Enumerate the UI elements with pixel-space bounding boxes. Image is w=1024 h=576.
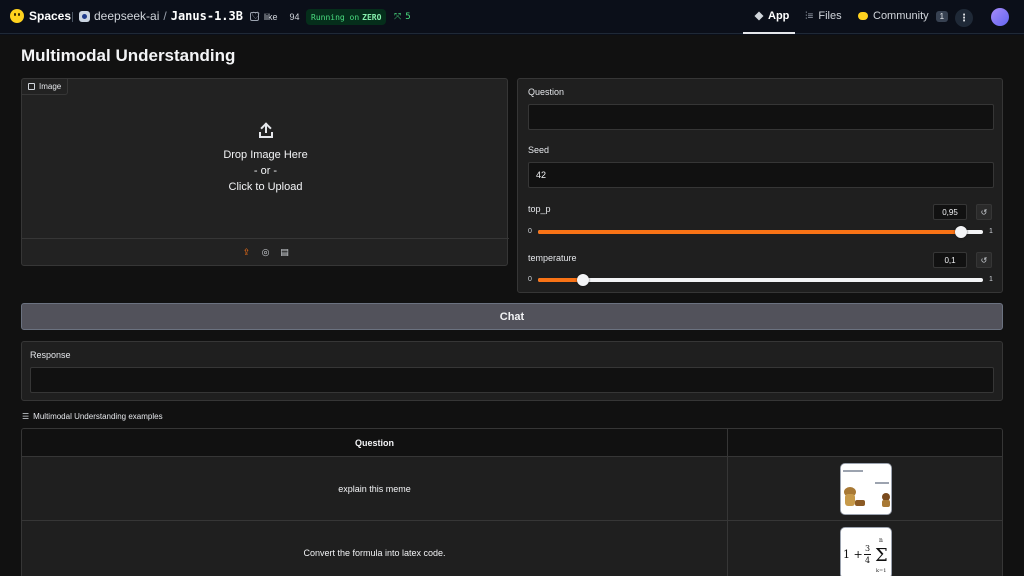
drop-zone[interactable]: Drop Image Here - or - Click to Upload xyxy=(22,122,509,195)
running-status-badge[interactable]: Running on ZERO xyxy=(306,9,387,25)
top-p-number-input[interactable]: 0,95 xyxy=(933,204,967,220)
like-button[interactable]: ♡ like 94 xyxy=(251,11,300,22)
formula-thumbnail: 1 + 3 4 Σ n k=1 xyxy=(840,527,892,576)
temperature-slider-thumb[interactable] xyxy=(576,274,589,286)
image-label-tag: Image xyxy=(22,79,69,95)
svg-text:3: 3 xyxy=(865,544,870,553)
svg-text:n: n xyxy=(879,537,883,544)
drop-text-line3: Click to Upload xyxy=(228,181,303,193)
example-question: Convert the formula into latex code. xyxy=(303,548,446,558)
webcam-source-icon[interactable]: ◎ xyxy=(261,248,270,257)
image-tag-label: Image xyxy=(39,82,62,91)
repo-link[interactable]: Janus-1.3B xyxy=(171,9,243,23)
seed-label: Seed xyxy=(528,145,550,155)
org-link[interactable]: deepseek-ai xyxy=(94,9,159,23)
like-label: like xyxy=(263,11,278,22)
tab-community-label: Community xyxy=(873,10,929,22)
running-prefix: Running on xyxy=(311,12,360,22)
table-row[interactable]: explain this meme xyxy=(22,457,1002,521)
page-title: Multimodal Understanding xyxy=(21,46,236,65)
brand-label: Spaces xyxy=(29,9,72,23)
zero-gpu-badge[interactable]: ⤧ 5 xyxy=(389,9,416,25)
temperature-max: 1 xyxy=(989,276,993,283)
drop-text-line1: Drop Image Here xyxy=(223,149,308,161)
svg-text:4: 4 xyxy=(865,556,870,565)
top-p-slider-thumb[interactable] xyxy=(954,226,967,238)
examples-table-header: Question xyxy=(22,429,1002,457)
svg-text:Σ: Σ xyxy=(875,545,888,566)
header-question: Question xyxy=(354,438,394,448)
upload-icon xyxy=(258,122,274,139)
response-label: Response xyxy=(30,350,71,360)
meme-thumbnail xyxy=(840,463,892,515)
more-options-icon[interactable]: ⋮ xyxy=(955,9,973,27)
active-tab-indicator xyxy=(743,32,795,34)
controls-panel: Question Seed 42 top_p 0,95 ↺ 0 1 temper… xyxy=(517,78,1003,293)
running-hardware: ZERO xyxy=(362,12,382,22)
upload-source-icon[interactable]: ⇪ xyxy=(242,248,251,257)
svg-text:k=1: k=1 xyxy=(876,568,886,574)
examples-table: Question explain this meme Convert the f… xyxy=(21,428,1003,576)
top-bar: Spaces deepseek-ai / Janus-1.3B ♡ like 9… xyxy=(0,0,1024,34)
drop-text-line2: - or - xyxy=(253,165,278,177)
temperature-number-input[interactable]: 0,1 xyxy=(933,252,967,268)
temperature-label: temperature xyxy=(528,253,577,263)
response-output[interactable] xyxy=(30,367,994,393)
tab-app[interactable]: App xyxy=(754,10,790,22)
top-p-slider[interactable] xyxy=(538,226,983,238)
zero-count: 5 xyxy=(405,12,411,22)
svg-text:1 +: 1 + xyxy=(843,548,863,561)
community-icon xyxy=(858,12,868,20)
hugging-face-icon xyxy=(10,9,24,23)
tab-app-label: App xyxy=(768,10,790,22)
list-icon: ☰ xyxy=(22,412,30,421)
question-input[interactable] xyxy=(528,104,994,130)
examples-label-text: Multimodal Understanding examples xyxy=(33,412,163,421)
response-panel: Response xyxy=(21,341,1003,401)
divider xyxy=(72,12,73,22)
org-avatar-icon xyxy=(79,10,90,22)
repo-breadcrumb: deepseek-ai / Janus-1.3B xyxy=(79,9,259,23)
image-icon xyxy=(28,83,35,90)
temperature-slider[interactable] xyxy=(538,274,983,286)
tab-community[interactable]: Community 1 xyxy=(858,10,949,22)
table-row[interactable]: Convert the formula into latex code. 1 +… xyxy=(22,521,1002,576)
user-avatar[interactable] xyxy=(991,8,1009,26)
files-icon: ⫶≡ xyxy=(805,10,814,22)
example-image-cell xyxy=(727,457,1002,521)
temperature-min: 0 xyxy=(528,276,532,283)
app-cube-icon xyxy=(754,11,764,21)
clipboard-source-icon[interactable]: ▤ xyxy=(280,248,289,257)
seed-input[interactable]: 42 xyxy=(528,162,994,188)
heart-icon: ♡ xyxy=(251,11,260,22)
tab-files[interactable]: ⫶≡ Files xyxy=(805,10,842,22)
example-question: explain this meme xyxy=(338,484,411,494)
tab-files-label: Files xyxy=(818,10,842,22)
top-p-min: 0 xyxy=(528,228,532,235)
example-image-cell: 1 + 3 4 Σ n k=1 xyxy=(727,521,1002,576)
top-p-max: 1 xyxy=(989,228,993,235)
top-p-label: top_p xyxy=(528,204,551,214)
header-image xyxy=(727,429,1002,457)
top-p-slider-fill xyxy=(538,230,961,234)
app-container: Multimodal Understanding Image Drop Imag… xyxy=(0,35,1024,576)
examples-label: ☰ Multimodal Understanding examples xyxy=(22,412,163,421)
zero-icon: ⤧ xyxy=(394,12,402,22)
spaces-logo[interactable]: Spaces xyxy=(10,9,71,23)
chat-button[interactable]: Chat xyxy=(21,303,1003,330)
like-count: 94 xyxy=(289,11,300,22)
top-p-reset-icon[interactable]: ↺ xyxy=(976,204,992,220)
community-count-badge: 1 xyxy=(935,10,949,22)
question-label: Question xyxy=(528,87,565,97)
image-upload-panel[interactable]: Image Drop Image Here - or - Click to Up… xyxy=(21,78,509,266)
temperature-reset-icon[interactable]: ↺ xyxy=(976,252,992,268)
breadcrumb-slash: / xyxy=(163,9,167,23)
image-source-toolbar: ⇪ ◎ ▤ xyxy=(22,238,509,266)
